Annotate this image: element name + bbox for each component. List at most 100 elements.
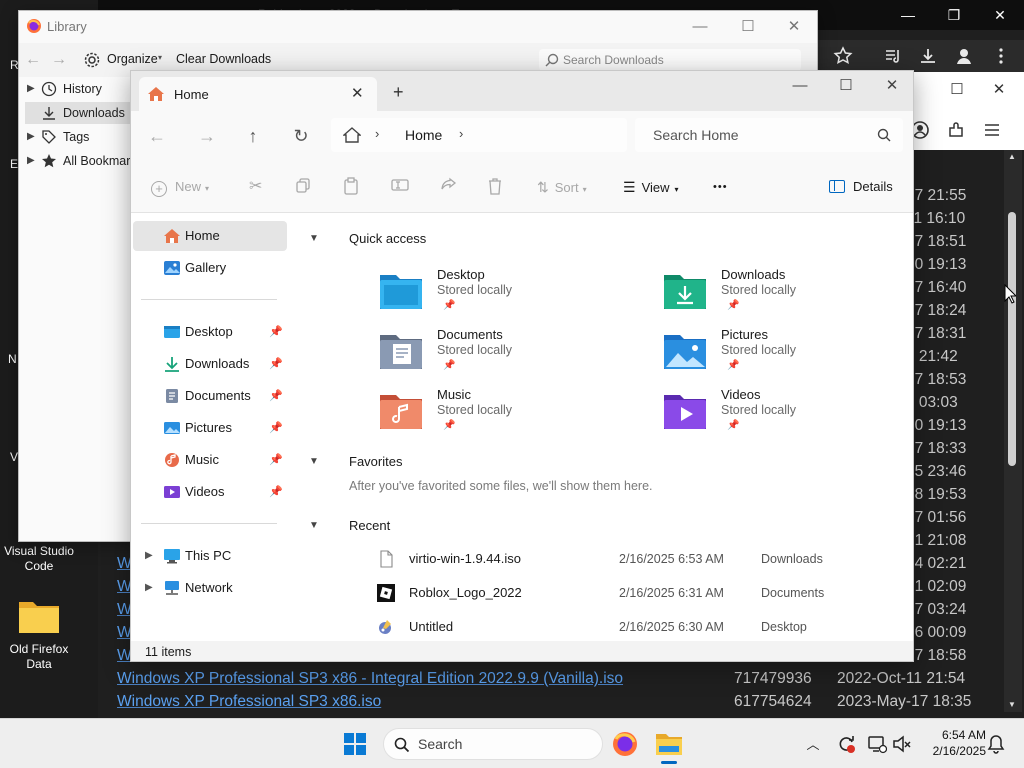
show-hidden-icons-chevron-icon[interactable]: ︿ [803,734,823,754]
desktop-icon-label: Visual Studio Code [4,544,74,573]
library-maximize-button[interactable]: ☐ [725,15,771,39]
desktop-icon-old-firefox-data[interactable]: Old Firefox Data [0,598,78,672]
library-tree-downloads[interactable]: Downloads [25,102,131,124]
breadcrumb-chevron-icon[interactable]: › [459,126,463,141]
forward-arrow-icon[interactable]: → [51,51,67,69]
details-button[interactable]: Details [829,177,893,197]
address-bar[interactable]: › Home › [331,118,627,152]
quick-access-pictures[interactable]: Pictures Stored locally 📌 [663,327,913,383]
bookmark-star-icon[interactable] [833,46,853,66]
sidebar-item-this-pc[interactable]: ▶ This PC [133,541,287,571]
download-list-row[interactable]: Windows XP Professional SP3 x86.iso 61775… [98,690,1006,712]
explorer-tab-home[interactable]: Home ✕ [139,77,377,111]
quick-access-desktop[interactable]: Desktop Stored locally 📌 [379,267,639,323]
taskbar-search-box[interactable]: Search [383,728,603,760]
sidebar-label: This PC [185,548,232,563]
paste-icon[interactable] [343,177,359,197]
back-button[interactable]: ← [145,124,169,148]
hamburger-menu-icon[interactable] [982,120,1002,140]
library-tree-tags[interactable]: ▶ Tags [25,126,131,148]
copy-icon[interactable] [295,177,311,197]
reader-list-icon[interactable] [883,46,903,66]
download-name-link[interactable]: Windows XP Professional SP3 x86 - Integr… [117,667,623,690]
windows-start-icon[interactable] [344,733,366,755]
new-tab-button[interactable]: + [393,83,404,101]
back-arrow-icon[interactable]: ← [25,51,41,69]
more-options-button[interactable]: ••• [713,177,728,197]
home-outline-icon [343,127,361,143]
network-status-icon[interactable] [867,734,887,754]
network-icon [163,580,181,596]
inner-close-button[interactable]: ✕ [976,79,1022,101]
downloads-icon[interactable] [918,46,938,66]
sidebar-item-downloads[interactable]: Downloads 📌 [133,349,287,379]
up-button[interactable]: ↑ [241,124,265,148]
browser-minimize-button[interactable]: — [885,3,931,27]
sidebar-label: Downloads [185,356,250,371]
close-tab-icon[interactable]: ✕ [351,84,364,102]
kebab-menu-icon[interactable] [991,46,1011,66]
forward-button[interactable]: → [195,124,219,148]
delete-icon[interactable] [487,177,503,197]
new-button[interactable]: + New ▾ [151,177,209,197]
notification-bell-icon[interactable] [987,734,1007,754]
firefox-taskbar-icon[interactable] [612,731,638,757]
rename-icon[interactable] [391,177,409,197]
taskbar-clock[interactable]: 6:54 AM 2/16/2025 [918,727,986,759]
item-subtitle: Stored locally [721,283,797,297]
browser-scrollbar[interactable]: ▲ ▼ [1004,150,1022,712]
library-tree-history[interactable]: ▶ History [25,78,131,100]
explorer-search-input[interactable]: Search Home [635,118,903,152]
recent-file-row[interactable]: virtio-win-1.9.44.iso 2/16/2025 6:53 AM … [291,545,913,573]
sort-button[interactable]: ⇅ Sort ▾ [537,177,587,197]
recent-file-date: 2/16/2025 6:30 AM [619,620,724,634]
inner-restore-button[interactable]: ☐ [934,79,980,101]
browser-restore-button[interactable]: ❐ [931,3,977,27]
explorer-maximize-button[interactable]: ☐ [823,75,869,97]
explorer-minimize-button[interactable]: — [777,75,823,97]
quick-access-documents[interactable]: Documents Stored locally 📌 [379,327,639,383]
file-explorer-taskbar-icon[interactable] [655,731,683,764]
library-minimize-button[interactable]: — [677,15,723,39]
recent-file-row[interactable]: Roblox_Logo_2022 2/16/2025 6:31 AM Docum… [291,579,913,607]
breadcrumb-home[interactable]: Home [405,127,442,143]
quick-access-downloads[interactable]: Downloads Stored locally 📌 [663,267,913,323]
scroll-up-arrow-icon[interactable]: ▲ [1008,152,1016,161]
download-list-row[interactable]: Windows XP Professional SP3 x86 - Integr… [98,667,1006,690]
sidebar-item-network[interactable]: ▶ Network [133,573,287,603]
extensions-icon[interactable] [946,120,966,140]
quick-access-music[interactable]: Music Stored locally 📌 [379,387,639,443]
chevron-right-icon[interactable]: ▶ [145,541,153,571]
view-button[interactable]: ☰ View ▾ [623,177,679,197]
sidebar-item-pictures[interactable]: Pictures 📌 [133,413,287,443]
cut-icon[interactable]: ✂ [249,177,262,197]
firefox-icon [26,18,42,34]
sidebar-item-gallery[interactable]: Gallery [133,253,287,283]
item-name: Desktop [437,267,485,282]
share-icon[interactable] [439,177,457,197]
recent-file-row[interactable]: Untitled 2/16/2025 6:30 AM Desktop [291,613,913,641]
sidebar-item-videos[interactable]: Videos 📌 [133,477,287,507]
sidebar-item-home[interactable]: Home [133,221,287,251]
scroll-down-arrow-icon[interactable]: ▼ [1008,700,1016,709]
sync-icon[interactable] [836,734,856,754]
clear-downloads-button[interactable]: Clear Downloads [176,52,271,66]
sidebar-item-music[interactable]: Music 📌 [133,445,287,475]
video-icon [163,484,181,500]
library-tree-all-bookmarks[interactable]: ▶ All Bookmarks [25,150,131,172]
search-icon [545,53,559,67]
download-name-link[interactable]: Windows XP Professional SP3 x86.iso [117,690,381,712]
refresh-button[interactable]: ↻ [289,124,313,148]
browser-close-button[interactable]: ✕ [977,3,1023,27]
volume-muted-icon[interactable] [892,734,912,754]
sidebar-item-desktop[interactable]: Desktop 📌 [133,317,287,347]
navigation-pane: Home Gallery Desktop 📌 Downloads 📌 Docum… [131,213,291,641]
account-icon[interactable] [954,46,974,66]
scrollbar-thumb[interactable] [1008,212,1016,466]
chevron-right-icon[interactable]: ▶ [145,573,153,603]
library-search-input[interactable]: Search Downloads [539,49,801,71]
sidebar-item-documents[interactable]: Documents 📌 [133,381,287,411]
library-close-button[interactable]: ✕ [771,15,817,39]
explorer-close-button[interactable]: ✕ [869,75,913,97]
quick-access-videos[interactable]: Videos Stored locally 📌 [663,387,913,443]
